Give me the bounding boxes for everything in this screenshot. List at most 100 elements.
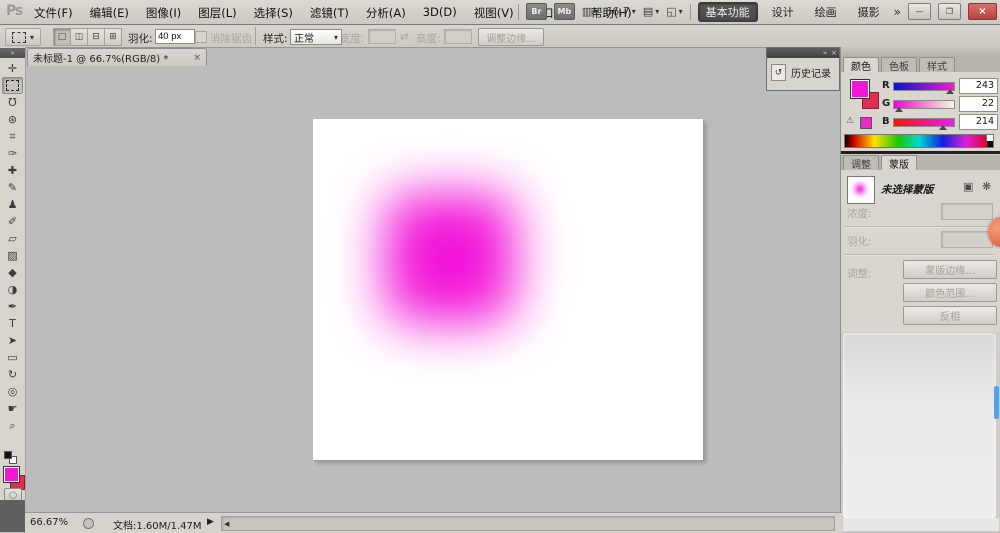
tool-3d-orbit[interactable]: ◎ xyxy=(2,383,23,400)
menu-edit[interactable]: 编辑(E) xyxy=(90,5,129,21)
mask-edge-button[interactable]: 蒙版边缘... xyxy=(903,260,997,279)
workspace-design-button[interactable]: 设计 xyxy=(765,3,801,21)
tool-brush[interactable]: ✎ xyxy=(2,179,23,196)
subtract-from-selection-button[interactable]: ⊟ xyxy=(87,28,105,46)
foreground-color-swatch[interactable] xyxy=(850,79,870,99)
tool-hand[interactable]: ☛ xyxy=(2,400,23,417)
scroll-left-icon[interactable]: ◀ xyxy=(224,520,229,528)
more-workspaces-chevron[interactable]: » xyxy=(894,5,901,19)
menu-view[interactable]: 视图(V) xyxy=(474,5,514,21)
black-chip[interactable] xyxy=(987,141,993,147)
invert-button[interactable]: 反相 xyxy=(903,306,997,325)
tool-pen[interactable]: ✒ xyxy=(2,298,23,315)
tool-eraser[interactable]: ▱ xyxy=(2,230,23,247)
tool-3d-rotate[interactable]: ↻ xyxy=(2,366,23,383)
masks-panel-tabrow: 调整 蒙版 xyxy=(841,155,1000,170)
divider xyxy=(690,4,691,20)
toolbox-collapse-icon[interactable]: » xyxy=(0,48,25,58)
menu-image[interactable]: 图像(I) xyxy=(146,5,181,21)
history-panel-body[interactable]: ↺ 历史记录 xyxy=(767,58,839,87)
panel-collapse-icon[interactable]: » xyxy=(823,48,827,58)
arrange-documents-button[interactable]: ▤▾ xyxy=(643,5,659,18)
tool-gradient[interactable]: ▨ xyxy=(2,247,23,264)
tool-clone-stamp[interactable]: ♟ xyxy=(2,196,23,213)
menu-layer[interactable]: 图层(L) xyxy=(198,5,236,21)
height-input[interactable] xyxy=(444,29,472,44)
gamut-warning-icon[interactable]: ⚠ xyxy=(846,116,854,126)
status-menu-arrow-icon[interactable]: ▶ xyxy=(207,517,214,527)
close-button[interactable]: × xyxy=(968,3,997,20)
workspace-painting-button[interactable]: 绘画 xyxy=(808,3,844,21)
status-zoom-value[interactable]: 66.67% xyxy=(30,517,76,528)
mask-thumbnail[interactable] xyxy=(847,176,875,204)
add-to-selection-button[interactable]: ◫ xyxy=(70,28,88,46)
tool-history-brush[interactable]: ✐ xyxy=(2,213,23,230)
tool-zoom[interactable]: ⌕ xyxy=(2,417,23,434)
intersect-selection-button[interactable]: ⊞ xyxy=(104,28,122,46)
zoom-level-dropdown[interactable]: 66.7▾ xyxy=(605,5,636,18)
add-vector-mask-icon[interactable]: ❋ xyxy=(982,180,991,193)
g-value-input[interactable]: 22 xyxy=(959,96,998,112)
bridge-button[interactable]: Br xyxy=(526,3,547,20)
add-pixel-mask-icon[interactable]: ▣ xyxy=(963,180,973,193)
feather-input[interactable] xyxy=(941,231,993,248)
tool-spot-healing-brush[interactable]: ✚ xyxy=(2,162,23,179)
density-input[interactable] xyxy=(941,203,993,220)
menu-select[interactable]: 选择(S) xyxy=(254,5,293,21)
color-range-button[interactable]: 颜色范围... xyxy=(903,283,997,302)
menu-filter[interactable]: 滤镜(T) xyxy=(310,5,349,21)
tool-quick-selection[interactable]: ⊛ xyxy=(2,111,23,128)
menu-file[interactable]: 文件(F) xyxy=(34,5,73,21)
width-input[interactable] xyxy=(368,29,396,44)
menu-analysis[interactable]: 分析(A) xyxy=(366,5,406,21)
tab-masks[interactable]: 蒙版 xyxy=(881,155,917,170)
refine-edge-button[interactable]: 调整边缘... xyxy=(478,28,544,46)
default-swatches-icon[interactable] xyxy=(4,451,16,463)
dodge-icon: ◑ xyxy=(8,284,18,295)
tool-blur[interactable]: ◆ xyxy=(2,264,23,281)
tab-color[interactable]: 颜色 xyxy=(843,57,879,72)
menu-3d[interactable]: 3D(D) xyxy=(423,5,457,21)
history-brush-icon: ✐ xyxy=(8,216,17,227)
tool-rectangle[interactable]: ▭ xyxy=(2,349,23,366)
tool-move[interactable]: ✛ xyxy=(2,60,23,77)
feather-input[interactable] xyxy=(155,29,195,44)
tool-rectangular-marquee[interactable] xyxy=(2,77,23,94)
view-extras-button[interactable]: ▥▾ xyxy=(582,5,598,18)
close-icon[interactable]: × xyxy=(831,48,837,58)
tool-lasso[interactable]: Ʊ xyxy=(2,94,23,111)
tool-crop[interactable]: ⌗ xyxy=(2,128,23,145)
workspace-essentials-button[interactable]: 基本功能 xyxy=(698,2,758,22)
horizontal-scrollbar[interactable]: ◀ xyxy=(221,516,835,531)
restore-button[interactable]: ❐ xyxy=(938,3,961,20)
tool-path-selection[interactable]: ➤ xyxy=(2,332,23,349)
r-slider-thumb[interactable] xyxy=(946,89,954,94)
b-slider-thumb[interactable] xyxy=(939,125,947,130)
b-value-input[interactable]: 214 xyxy=(959,114,998,130)
tool-type[interactable]: T xyxy=(2,315,23,332)
tool-preset-picker[interactable]: ▾ xyxy=(5,28,41,46)
tab-styles[interactable]: 样式 xyxy=(919,57,955,72)
new-selection-button[interactable]: □ xyxy=(53,28,71,46)
tab-swatches[interactable]: 色板 xyxy=(881,57,917,72)
document-tab[interactable]: 未标题-1 @ 66.7%(RGB/8) * × xyxy=(27,48,207,66)
color-spectrum-ramp[interactable] xyxy=(844,134,994,148)
r-value-input[interactable]: 243 xyxy=(959,78,998,94)
antialias-checkbox[interactable] xyxy=(195,31,207,43)
minimize-button[interactable]: — xyxy=(908,3,931,20)
gamut-color-chip[interactable] xyxy=(860,117,872,129)
workspace-photography-button[interactable]: 摄影 xyxy=(851,3,887,21)
foreground-color-swatch[interactable] xyxy=(3,466,20,483)
faded-layers-panel xyxy=(843,333,996,518)
swap-dimensions-icon[interactable]: ⇄ xyxy=(400,31,409,43)
g-slider-thumb[interactable] xyxy=(895,107,903,112)
tool-dodge[interactable]: ◑ xyxy=(2,281,23,298)
tool-eyedropper[interactable]: ✑ xyxy=(2,145,23,162)
tab-adjustments[interactable]: 调整 xyxy=(843,155,879,170)
mini-bridge-button[interactable]: Mb xyxy=(554,3,575,20)
style-dropdown[interactable]: 正常 ▾ xyxy=(290,29,342,45)
screen-mode-button[interactable]: ◱▾ xyxy=(666,5,682,18)
document-canvas[interactable] xyxy=(313,119,703,460)
scrollbar-thumb[interactable] xyxy=(994,386,999,419)
close-icon[interactable]: × xyxy=(193,53,201,63)
